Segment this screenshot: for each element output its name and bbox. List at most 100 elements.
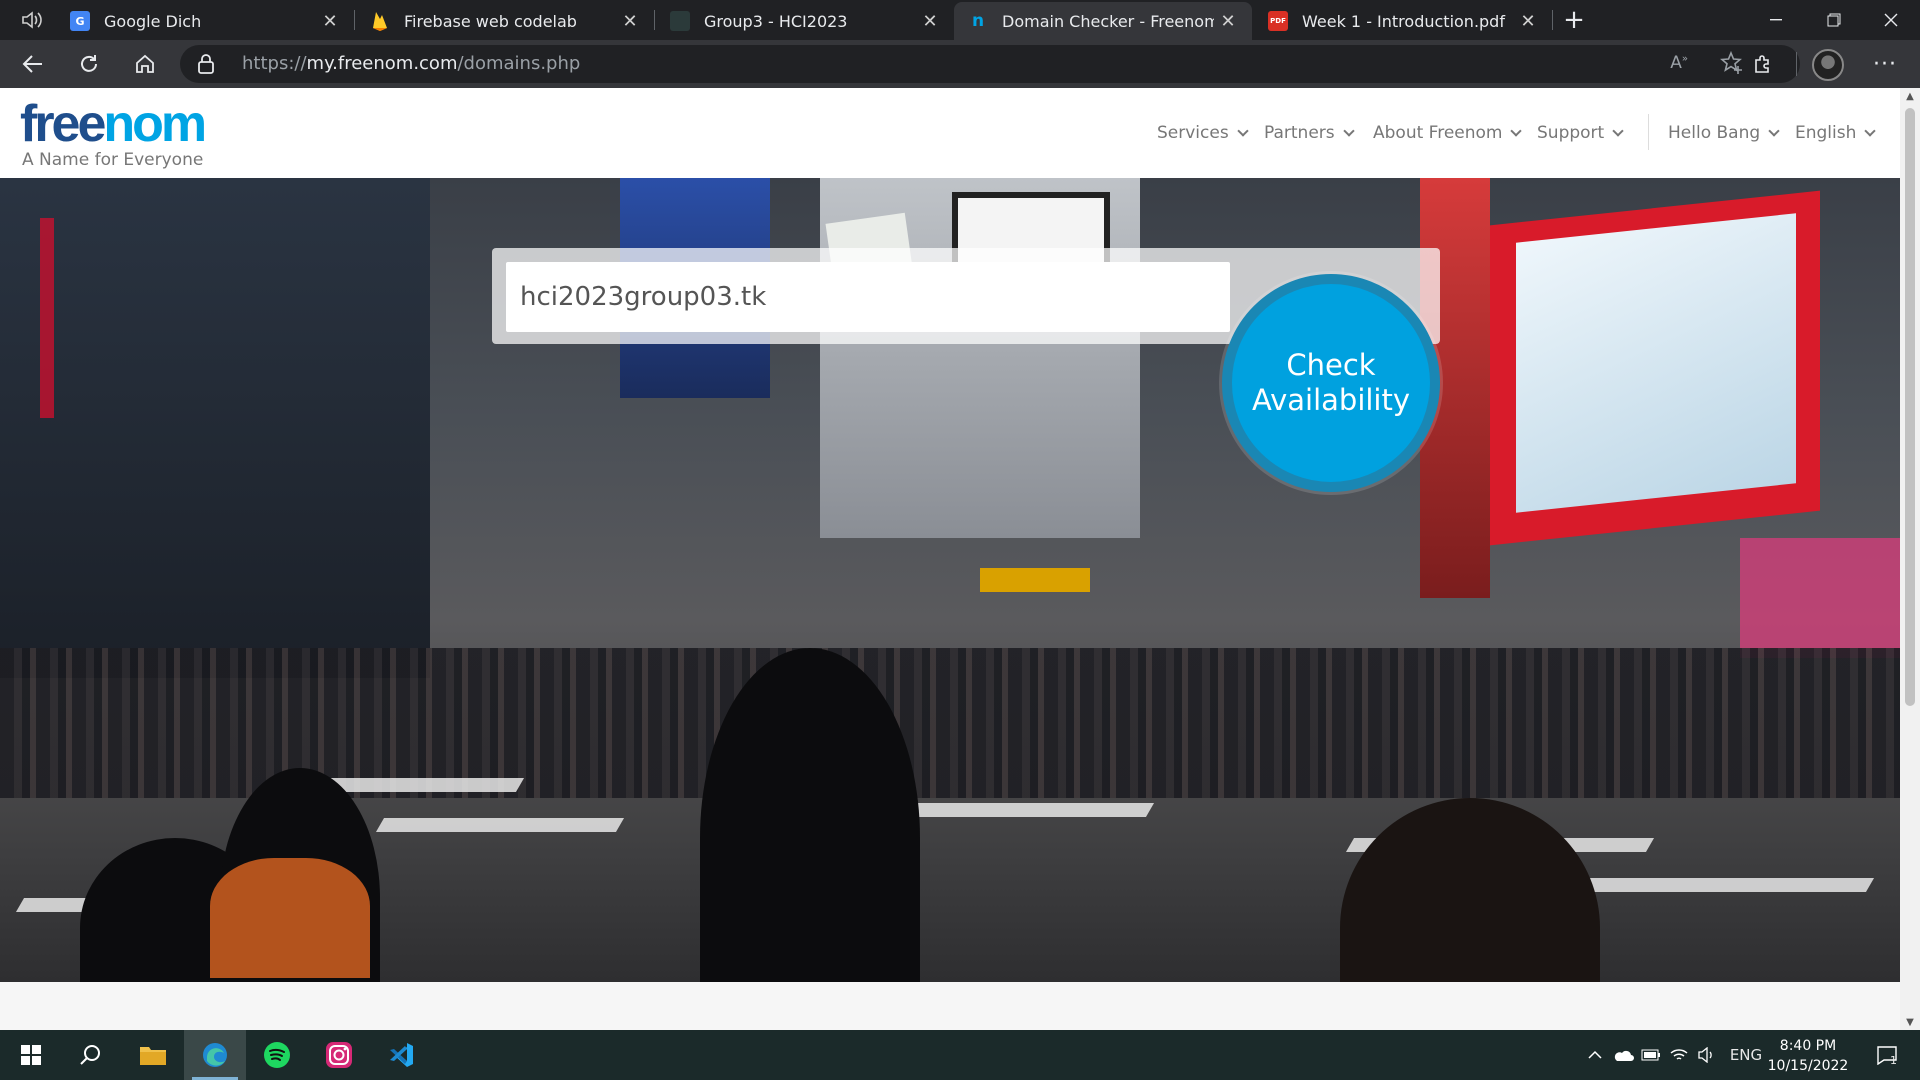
nav-label: Hello Bang: [1668, 123, 1761, 143]
nav-label: Services: [1157, 123, 1229, 143]
tab-firebase-web-codelab[interactable]: Firebase web codelab ✕: [356, 2, 654, 40]
close-window-button[interactable]: [1862, 0, 1920, 40]
tab-label: Domain Checker - Freenom: [1002, 11, 1214, 31]
more-menu-icon[interactable]: ···: [1866, 46, 1904, 82]
minimize-button[interactable]: [1747, 0, 1805, 40]
tab-divider: [1552, 10, 1553, 30]
close-icon[interactable]: ✕: [1214, 11, 1242, 32]
document-icon: [670, 11, 690, 31]
lock-icon[interactable]: [198, 54, 214, 74]
url-path: /domains.php: [457, 53, 581, 74]
restore-button[interactable]: [1805, 0, 1863, 40]
onedrive-icon[interactable]: [1609, 1030, 1637, 1080]
chevron-down-icon: [1510, 124, 1523, 137]
nav-language[interactable]: English: [1795, 118, 1877, 148]
neon-sign: [40, 218, 54, 418]
tab-label: Week 1 - Introduction.pdf: [1302, 11, 1505, 31]
nav-label: Partners: [1264, 123, 1335, 143]
back-button[interactable]: [14, 46, 52, 82]
url-text[interactable]: https://my.freenom.com/domains.php: [242, 45, 580, 83]
nav-partners[interactable]: Partners: [1264, 118, 1355, 148]
freenom-logo[interactable]: freenom A Name for Everyone: [20, 98, 207, 170]
tab-label: Firebase web codelab: [404, 11, 577, 31]
page-below-fold: [0, 982, 1900, 1030]
browser-tab-strip: G Google Dich ✕ Firebase web codelab ✕ G…: [0, 0, 1920, 40]
nav-label: About Freenom: [1373, 123, 1503, 143]
tab-group3-hci2023[interactable]: Group3 - HCI2023 ✕: [656, 2, 954, 40]
freenom-icon: n: [971, 11, 985, 31]
chevron-down-icon: [1612, 124, 1624, 137]
nav-divider: [1648, 114, 1649, 150]
scroll-down-arrow[interactable]: ▼: [1900, 1014, 1920, 1030]
nav-user-menu[interactable]: Hello Bang: [1668, 118, 1780, 148]
vscode-icon[interactable]: [370, 1030, 432, 1080]
profile-avatar[interactable]: [1812, 49, 1844, 81]
url-host: my.freenom.com: [306, 53, 458, 74]
tab-label: Group3 - HCI2023: [704, 11, 848, 31]
close-icon[interactable]: ✕: [316, 11, 344, 32]
neon-sign-pink: [1740, 538, 1900, 658]
nav-label: Support: [1537, 123, 1605, 143]
nav-about-freenom[interactable]: About Freenom: [1373, 118, 1523, 148]
wifi-icon[interactable]: [1665, 1030, 1693, 1080]
search-icon[interactable]: [60, 1030, 122, 1080]
tab-actions-icon[interactable]: [12, 8, 52, 32]
toolbar-divider: [1796, 52, 1797, 76]
billboard-right-screen: [1516, 213, 1796, 513]
page-scrollbar[interactable]: ▲ ▼: [1900, 88, 1920, 1030]
system-clock[interactable]: 8:40 PM 10/15/2022: [1760, 1036, 1856, 1076]
notification-center-icon[interactable]: 1: [1864, 1030, 1910, 1080]
crosswalk-stripe: [375, 818, 625, 832]
tab-google-dich[interactable]: G Google Dich ✕: [56, 2, 354, 40]
crosswalk-stripe: [895, 803, 1155, 817]
clock-date: 10/15/2022: [1767, 1058, 1849, 1074]
chevron-down-icon: [1768, 124, 1780, 137]
nav-label: English: [1795, 123, 1857, 143]
tab-label: Google Dich: [104, 11, 202, 31]
volume-icon[interactable]: [1693, 1030, 1721, 1080]
orange-jacket: [210, 858, 370, 978]
favorites-star-icon[interactable]: [1720, 50, 1746, 80]
abc-mart-sign: [980, 568, 1090, 592]
nav-services[interactable]: Services: [1157, 118, 1249, 148]
extensions-icon[interactable]: [1744, 46, 1782, 82]
instagram-icon[interactable]: [308, 1030, 370, 1080]
refresh-button[interactable]: [70, 46, 108, 82]
check-availability-button[interactable]: Check Availability: [1222, 274, 1440, 492]
web-page: freenom A Name for Everyone Services Par…: [0, 88, 1900, 1030]
close-icon[interactable]: ✕: [616, 11, 644, 32]
site-header: freenom A Name for Everyone Services Par…: [0, 88, 1900, 178]
close-icon[interactable]: ✕: [916, 11, 944, 32]
chevron-down-icon: [1864, 124, 1877, 137]
notification-count: 1: [1890, 1054, 1897, 1067]
windows-taskbar: ENG 8:40 PM 10/15/2022 1: [0, 1030, 1920, 1080]
file-explorer-icon[interactable]: [122, 1030, 184, 1080]
windows-start-icon[interactable]: [0, 1030, 62, 1080]
silhouette-person: [1340, 798, 1600, 982]
scrollbar-thumb[interactable]: [1905, 108, 1915, 706]
tab-divider: [354, 10, 355, 30]
chevron-down-icon: [1342, 124, 1355, 137]
logo-wordmark: freenom: [20, 98, 207, 150]
battery-icon[interactable]: [1637, 1030, 1665, 1080]
firebase-icon: [370, 11, 390, 31]
logo-tagline: A Name for Everyone: [22, 150, 204, 170]
domain-search-input[interactable]: hci2023group03.tk: [506, 262, 1230, 332]
read-aloud-icon[interactable]: A»: [1670, 53, 1688, 73]
new-tab-button[interactable]: +: [1556, 4, 1592, 36]
tab-divider: [654, 10, 655, 30]
nav-support[interactable]: Support: [1537, 118, 1624, 148]
browser-toolbar: https://my.freenom.com/domains.php A» ··…: [0, 40, 1920, 88]
close-icon[interactable]: ✕: [1514, 11, 1542, 32]
home-button[interactable]: [126, 46, 164, 82]
spotify-icon[interactable]: [246, 1030, 308, 1080]
tab-domain-checker-freenom[interactable]: n Domain Checker - Freenom ✕: [954, 2, 1252, 40]
url-scheme: https://: [242, 53, 307, 74]
show-hidden-icons[interactable]: [1580, 1030, 1610, 1080]
building-left: [0, 178, 430, 678]
address-bar[interactable]: https://my.freenom.com/domains.php A»: [180, 45, 1800, 83]
scroll-up-arrow[interactable]: ▲: [1900, 88, 1920, 104]
tab-week1-introduction-pdf[interactable]: PDF Week 1 - Introduction.pdf ✕: [1254, 2, 1552, 40]
crosswalk-stripe: [1545, 878, 1875, 892]
edge-icon[interactable]: [184, 1030, 246, 1080]
